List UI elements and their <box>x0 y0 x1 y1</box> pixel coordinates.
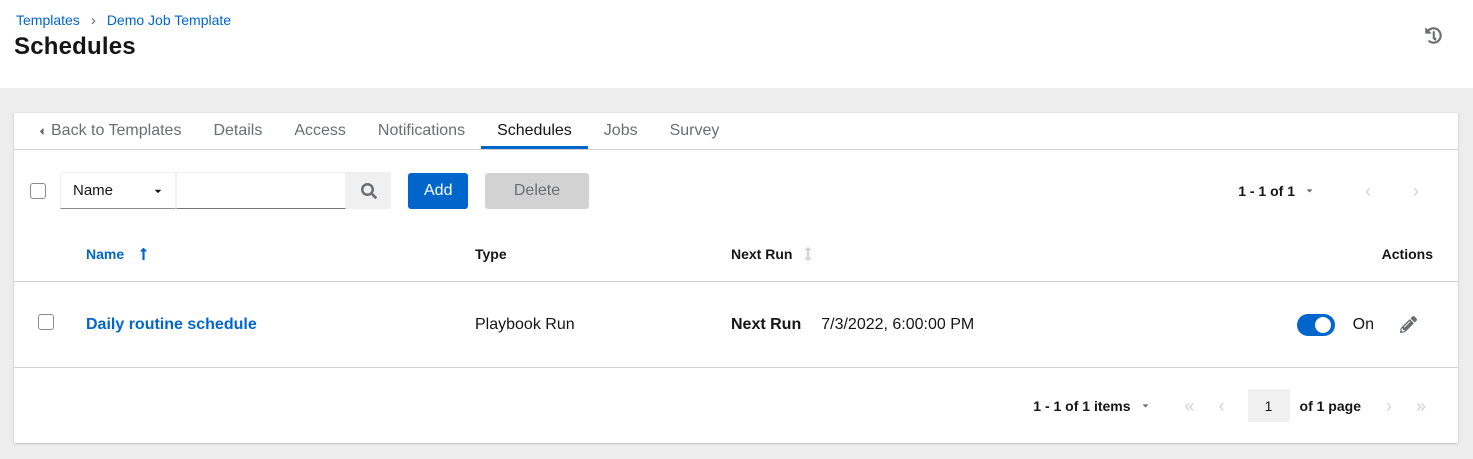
tab-label: Schedules <box>497 122 572 140</box>
pagination-range-dropdown[interactable]: 1 - 1 of 1 <box>1238 183 1314 199</box>
select-all-checkbox[interactable] <box>30 183 46 199</box>
search-input[interactable] <box>176 172 346 209</box>
tab-label: Access <box>294 122 346 140</box>
page-count-label: of 1 page <box>1300 398 1361 414</box>
tab-access[interactable]: Access <box>278 113 362 149</box>
history-button[interactable] <box>1423 25 1443 45</box>
caret-down-icon <box>153 186 163 196</box>
breadcrumb-link-demo-job-template[interactable]: Demo Job Template <box>107 12 231 28</box>
tab-details[interactable]: Details <box>197 113 278 149</box>
next-page-button[interactable]: › <box>1377 397 1401 415</box>
column-header-type[interactable]: Type <box>475 246 731 262</box>
tab-jobs[interactable]: Jobs <box>588 113 654 149</box>
page-header: Templates › Demo Job Template Schedules <box>0 0 1473 88</box>
filter-selected-label: Name <box>73 182 113 199</box>
next-run-value: 7/3/2022, 6:00:00 PM <box>821 316 974 334</box>
sort-icon[interactable] <box>804 247 812 261</box>
search-button[interactable] <box>346 172 391 209</box>
row-checkbox[interactable] <box>38 314 54 330</box>
tab-back-to-templates[interactable]: Back to Templates <box>30 113 197 149</box>
toolbar: Name Add Delete 1 - 1 of 1 ‹ › <box>14 150 1458 227</box>
pencil-icon <box>1400 316 1417 333</box>
page-title: Schedules <box>14 33 136 61</box>
top-pagination: 1 - 1 of 1 ‹ › <box>1238 182 1442 200</box>
search-icon <box>361 183 377 199</box>
breadcrumb: Templates › Demo Job Template <box>16 12 231 28</box>
prev-page-button[interactable]: ‹ <box>1356 182 1380 200</box>
sort-ascending-icon[interactable] <box>139 247 148 261</box>
footer-pagination: 1 - 1 of 1 items « ‹ of 1 page › » <box>14 368 1458 443</box>
tab-label: Survey <box>670 122 720 140</box>
tab-schedules[interactable]: Schedules <box>481 113 588 149</box>
items-range-label: 1 - 1 of 1 items <box>1033 398 1130 414</box>
pagination-range-label: 1 - 1 of 1 <box>1238 183 1295 199</box>
last-page-button[interactable]: » <box>1409 397 1433 415</box>
schedule-enabled-toggle[interactable] <box>1297 314 1335 336</box>
toggle-state-label: On <box>1353 316 1374 334</box>
delete-button[interactable]: Delete <box>485 173 589 209</box>
first-page-button[interactable]: « <box>1178 397 1202 415</box>
tab-survey[interactable]: Survey <box>654 113 736 149</box>
tab-notifications[interactable]: Notifications <box>362 113 481 149</box>
chevron-right-icon: › <box>91 13 96 28</box>
table-row: Daily routine schedule Playbook Run Next… <box>14 282 1458 368</box>
next-page-button[interactable]: › <box>1404 182 1428 200</box>
history-icon <box>1425 27 1442 44</box>
prev-page-button[interactable]: ‹ <box>1210 397 1234 415</box>
column-header-next-run[interactable]: Next Run <box>731 246 792 262</box>
tab-label: Notifications <box>378 122 465 140</box>
schedule-type: Playbook Run <box>475 316 731 334</box>
breadcrumb-link-templates[interactable]: Templates <box>16 12 80 28</box>
tab-label: Details <box>213 122 262 140</box>
schedule-name-link[interactable]: Daily routine schedule <box>86 316 257 333</box>
add-button[interactable]: Add <box>408 173 468 209</box>
tab-label: Back to Templates <box>51 122 181 140</box>
current-page-input[interactable] <box>1248 389 1290 422</box>
tab-bar: Back to Templates Details Access Notific… <box>14 113 1458 150</box>
edit-schedule-button[interactable] <box>1400 316 1417 333</box>
schedules-panel: Back to Templates Details Access Notific… <box>14 113 1458 443</box>
tab-label: Jobs <box>604 122 638 140</box>
filter-type-dropdown[interactable]: Name <box>60 172 176 209</box>
table-header-row: Name Type Next Run Actions <box>14 227 1458 282</box>
column-header-name[interactable]: Name <box>86 246 124 262</box>
items-per-page-dropdown[interactable]: 1 - 1 of 1 items <box>1033 398 1149 414</box>
toggle-knob <box>1315 317 1331 333</box>
column-header-actions: Actions <box>1233 246 1433 262</box>
caret-down-icon <box>1141 401 1150 410</box>
caret-down-icon <box>1305 186 1314 195</box>
caret-left-icon <box>38 126 45 137</box>
next-run-label: Next Run <box>731 316 801 334</box>
